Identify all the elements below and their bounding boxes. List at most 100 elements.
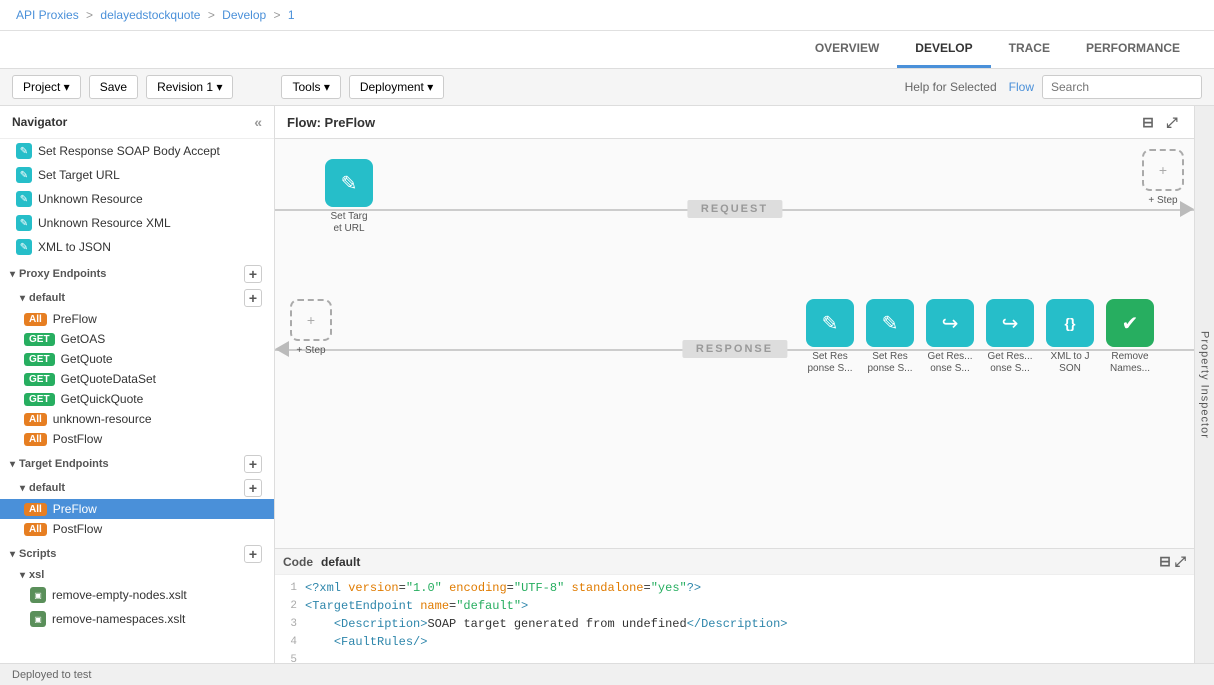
expand-flow-button[interactable]: ⤢ [1162, 112, 1182, 132]
target-default-subsection[interactable]: ▾ default + [0, 475, 274, 499]
policy-item-set-response-soap[interactable]: ✎ Set Response SOAP Body Accept [0, 139, 274, 163]
policy-item-xml-to-json[interactable]: ✎ XML to JSON [0, 235, 274, 259]
breadcrumb-develop[interactable]: Develop [222, 8, 266, 22]
main-layout: Navigator « ✎ Set Response SOAP Body Acc… [0, 106, 1214, 663]
policy-icon: ✎ [16, 143, 32, 159]
policy-icon: ✎ [16, 167, 32, 183]
add-step-request-button[interactable]: + [1142, 149, 1184, 191]
proxy-flow-getoas[interactable]: GET GetOAS [0, 329, 274, 349]
add-proxy-endpoint-button[interactable]: + [244, 265, 262, 283]
add-script-button[interactable]: + [244, 545, 262, 563]
policy-item-set-target-url[interactable]: ✎ Set Target URL [0, 163, 274, 187]
target-endpoints-section[interactable]: ▾ Target Endpoints + [0, 449, 274, 475]
step-remove-names-icon[interactable]: ✔ [1106, 299, 1154, 347]
proxy-endpoints-section[interactable]: ▾ Proxy Endpoints + [0, 259, 274, 285]
script-remove-empty-nodes[interactable]: ▣ remove-empty-nodes.xslt [0, 583, 274, 607]
add-proxy-default-button[interactable]: + [244, 289, 262, 307]
add-target-default-button[interactable]: + [244, 479, 262, 497]
code-body: 1 <?xml version="1.0" encoding="UTF-8" s… [275, 575, 1194, 663]
proxy-flow-getquotedataset[interactable]: GET GetQuoteDataSet [0, 369, 274, 389]
project-button[interactable]: Project ▾ [12, 75, 81, 99]
proxy-endpoints-caret: ▾ [10, 269, 15, 280]
step-set-target-url-label: Set Target URL [330, 211, 367, 235]
revision-button[interactable]: Revision 1 ▾ [146, 75, 233, 99]
code-line-3: 3 <Description>SOAP target generated fro… [275, 615, 1194, 633]
tab-overview[interactable]: OVERVIEW [797, 31, 897, 68]
step-set-response-s2-icon[interactable]: ✎ [866, 299, 914, 347]
tab-trace[interactable]: TRACE [991, 31, 1068, 68]
proxy-flow-unknown-resource[interactable]: All unknown-resource [0, 409, 274, 429]
step-get-response-s4: ↪ Get Res...onse S... [986, 299, 1034, 375]
step-xml-to-json: {} XML to JSON [1046, 299, 1094, 375]
proxy-flow-preflow[interactable]: All PreFlow [0, 309, 274, 329]
toolbar: Project ▾ Save Revision 1 ▾ Tools ▾ Depl… [0, 69, 1214, 106]
policy-icon: ✎ [16, 239, 32, 255]
tab-develop[interactable]: DEVELOP [897, 31, 990, 68]
navigator-list: ✎ Set Response SOAP Body Accept ✎ Set Ta… [0, 139, 274, 663]
step-set-response-s1-label: Set Response S... [807, 351, 852, 375]
flow-help-link[interactable]: Flow [1009, 80, 1034, 94]
navigator-collapse-button[interactable]: « [254, 114, 262, 130]
file-icon: ▣ [30, 611, 46, 627]
code-expand-button[interactable]: ⤢ [1175, 553, 1186, 570]
breadcrumb-proxy-name[interactable]: delayedstockquote [100, 8, 200, 22]
target-flow-preflow[interactable]: All PreFlow [0, 499, 274, 519]
response-arrow-left [275, 341, 289, 357]
breadcrumb-revision[interactable]: 1 [288, 8, 295, 22]
code-tab[interactable]: default [321, 555, 360, 569]
code-minimize-button[interactable]: ⊟ [1159, 553, 1171, 570]
step-set-response-s1: ✎ Set Response S... [806, 299, 854, 375]
target-flow-postflow[interactable]: All PostFlow [0, 519, 274, 539]
tab-bar: OVERVIEW DEVELOP TRACE PERFORMANCE [0, 31, 1214, 69]
tab-performance[interactable]: PERFORMANCE [1068, 31, 1198, 68]
code-panel-header: Code default ⊟ ⤢ [275, 549, 1194, 575]
request-label: REQUEST [687, 200, 782, 218]
policy-icon: ✎ [16, 191, 32, 207]
policy-item-unknown-resource[interactable]: ✎ Unknown Resource [0, 187, 274, 211]
step-set-target-url: ✎ Set Target URL [325, 159, 373, 235]
status-text: Deployed to test [12, 669, 92, 681]
code-line-1: 1 <?xml version="1.0" encoding="UTF-8" s… [275, 579, 1194, 597]
response-label: RESPONSE [682, 340, 787, 358]
step-xml-to-json-icon[interactable]: {} [1046, 299, 1094, 347]
proxy-flow-getquote[interactable]: GET GetQuote [0, 349, 274, 369]
breadcrumb: API Proxies > delayedstockquote > Develo… [0, 0, 1214, 31]
scripts-section[interactable]: ▾ Scripts + [0, 539, 274, 565]
add-step-response-label: + Step [296, 345, 325, 357]
step-get-response-s4-icon[interactable]: ↪ [986, 299, 1034, 347]
breadcrumb-api-proxies[interactable]: API Proxies [16, 8, 79, 22]
tools-button[interactable]: Tools ▾ [281, 75, 340, 99]
search-input[interactable] [1042, 75, 1202, 99]
code-line-2: 2 <TargetEndpoint name="default"> [275, 597, 1194, 615]
status-bar: Deployed to test [0, 663, 1214, 685]
canvas-body: REQUEST ✎ Set Target URL RESPONSE + [275, 139, 1194, 545]
add-step-response-button[interactable]: + [290, 299, 332, 341]
step-get-response-s3-icon[interactable]: ↪ [926, 299, 974, 347]
add-step-response: + + Step [290, 299, 332, 357]
minimize-flow-button[interactable]: ⊟ [1138, 112, 1158, 132]
navigator-header: Navigator « [0, 106, 274, 139]
proxy-flow-getquickquote[interactable]: GET GetQuickQuote [0, 389, 274, 409]
step-get-response-s3-label: Get Res...onse S... [927, 351, 972, 375]
xsl-subsection[interactable]: ▾ xsl [0, 565, 274, 583]
step-set-response-s1-icon[interactable]: ✎ [806, 299, 854, 347]
script-remove-namespaces[interactable]: ▣ remove-namespaces.xslt [0, 607, 274, 631]
proxy-flow-postflow[interactable]: All PostFlow [0, 429, 274, 449]
help-text: Help for Selected [905, 80, 997, 94]
content-area: Flow: PreFlow ⊟ ⤢ REQUEST ✎ Set Target U… [275, 106, 1194, 663]
property-inspector[interactable]: Property Inspector [1194, 106, 1214, 663]
flow-canvas: Flow: PreFlow ⊟ ⤢ REQUEST ✎ Set Target U… [275, 106, 1194, 548]
proxy-default-subsection[interactable]: ▾ default + [0, 285, 274, 309]
add-target-endpoint-button[interactable]: + [244, 455, 262, 473]
policy-item-unknown-resource-xml[interactable]: ✎ Unknown Resource XML [0, 211, 274, 235]
flow-title: Flow: PreFlow [287, 115, 375, 130]
code-panel: Code default ⊟ ⤢ 1 <?xml version="1.0" e… [275, 548, 1194, 663]
deployment-button[interactable]: Deployment ▾ [349, 75, 444, 99]
step-get-response-s4-label: Get Res...onse S... [987, 351, 1032, 375]
save-button[interactable]: Save [89, 75, 138, 99]
step-set-target-url-icon[interactable]: ✎ [325, 159, 373, 207]
file-icon: ▣ [30, 587, 46, 603]
add-step-request: + + Step [1142, 149, 1184, 207]
code-line-5: 5 [275, 651, 1194, 663]
step-remove-names: ✔ RemoveNames... [1106, 299, 1154, 375]
